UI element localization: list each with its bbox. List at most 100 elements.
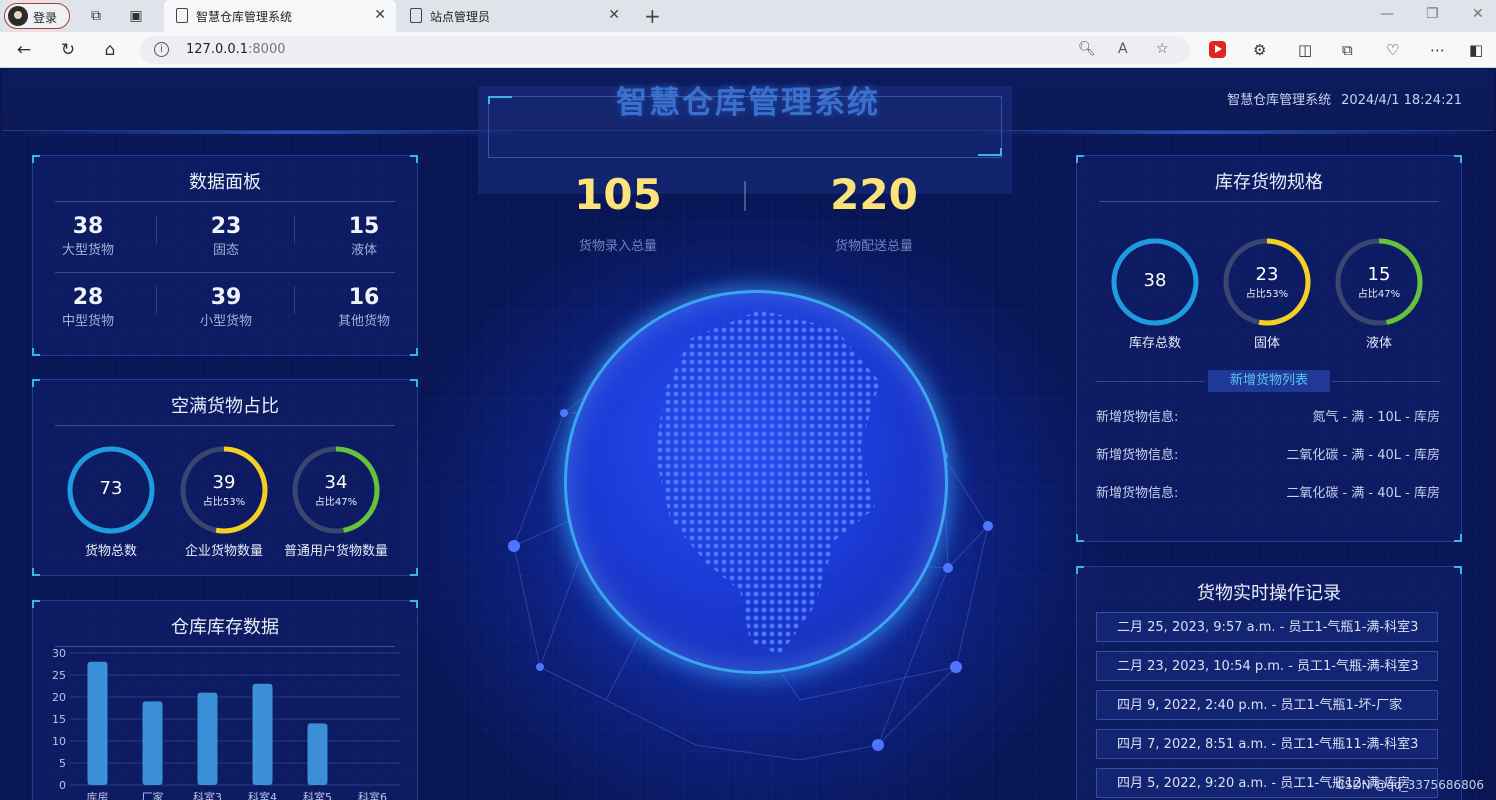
stock-bar-chart: 0 5 10 15 20 25 30 库房 厂家 科室3 科室4 科室5 科室6: [52, 647, 400, 800]
log-record: 二月 23, 2023, 10:54 p.m. - 员工1-气瓶-满-科室3: [1096, 651, 1438, 681]
operation-log-panel: 货物实时操作记录: [1076, 566, 1462, 800]
refresh-icon[interactable]: ↻: [58, 40, 78, 60]
ring-gauge: 38 库存总数: [1100, 236, 1210, 351]
y-tick-label: 0: [59, 779, 66, 792]
log-record: 二月 25, 2023, 9:57 a.m. - 员工1-气瓶1-满-科室3: [1096, 612, 1438, 642]
kpi-label: 货物录入总量: [578, 239, 657, 254]
ring-gauge: 34 占比47% 普通用户货物数量: [281, 444, 391, 559]
ring-value: 15: [1367, 264, 1391, 285]
y-tick-label: 30: [52, 647, 66, 660]
url-text[interactable]: 127.0.0.1:8000: [186, 42, 286, 57]
ring-gauge: 73 货物总数: [56, 444, 166, 559]
stat-item: 15 液体: [348, 214, 380, 258]
extensions-icon[interactable]: ⚙: [1253, 41, 1266, 59]
favorite-star-icon[interactable]: ☆: [1156, 41, 1169, 57]
ring-label: 普通用户货物数量: [283, 544, 388, 559]
bar: [197, 692, 218, 785]
ring-gauge: 23 占比53% 固体: [1212, 236, 1322, 351]
tab-dashboard[interactable]: 智慧仓库管理系统 ✕: [164, 0, 396, 32]
collections-icon[interactable]: ⧉: [1342, 41, 1353, 59]
new-tab-icon[interactable]: +: [644, 4, 661, 28]
x-tick-label: 科室4: [248, 790, 277, 800]
data-panel: 数据面板 38 大型货物 23 固态 15 液体 28 中型货物 39 小型货物 16 其他…: [32, 155, 418, 356]
ring-value: 73: [99, 478, 123, 499]
system-name: 智慧仓库管理系统: [1227, 93, 1332, 108]
profile-button[interactable]: 登录: [4, 3, 70, 29]
ring-percent: 占比53%: [202, 497, 246, 508]
divider: [1332, 381, 1440, 382]
avatar: [8, 6, 28, 26]
x-tick-label: 科室5: [303, 790, 332, 800]
restore-icon[interactable]: ❐: [1426, 6, 1439, 22]
header-datetime: 2024/4/1 18:24:21: [1341, 93, 1462, 108]
stat-item: 28 中型货物: [61, 285, 114, 329]
site-info-icon[interactable]: i: [154, 42, 169, 57]
page-icon: [176, 8, 188, 23]
new-goods-list-button[interactable]: 新增货物列表: [1208, 370, 1330, 392]
zoom-icon[interactable]: 🔍︎: [1078, 41, 1096, 57]
home-icon[interactable]: ⌂: [100, 40, 120, 60]
x-tick-label: 科室3: [193, 790, 222, 800]
divider: [55, 425, 395, 426]
ring-value: 38: [1143, 270, 1167, 291]
bar: [142, 701, 163, 785]
panel-title: 库存货物规格: [1215, 172, 1323, 193]
ring-percent: 占比47%: [1357, 289, 1401, 300]
kpi-value: 105: [574, 170, 662, 219]
x-tick-label: 科室6: [358, 790, 387, 800]
close-icon[interactable]: ✕: [608, 7, 620, 23]
divider: [55, 201, 395, 202]
ring-label: 企业货物数量: [184, 544, 263, 559]
browser-essentials-icon[interactable]: ♡: [1386, 41, 1399, 59]
address-toolbar: ← ↻ ⌂ i 127.0.0.1:8000 🔍︎ A ☆ ⚙ ◫ ⧉ ♡ ⋯ …: [0, 32, 1496, 68]
corner-decoration: [978, 148, 1002, 156]
kpi-frame: [488, 96, 1002, 158]
kpi-separator: [744, 181, 746, 211]
ring-gauge: 15 占比47% 液体: [1324, 236, 1434, 351]
split-screen-icon[interactable]: ◫: [1298, 41, 1312, 59]
ring-label: 液体: [1365, 336, 1392, 351]
log-record: 四月 7, 2022, 8:51 a.m. - 员工1-气瓶11-满-科室3: [1096, 729, 1438, 759]
bar: [307, 723, 328, 785]
sidebar-toggle-icon[interactable]: ◧: [1469, 41, 1483, 59]
profile-label: 登录: [33, 11, 58, 25]
stat-item: 38 大型货物: [61, 214, 114, 258]
kpi-value: 220: [830, 170, 918, 219]
ring-percent: 占比53%: [1245, 289, 1289, 300]
panel-title: 空满货物占比: [171, 396, 279, 417]
ring-value: 39: [212, 472, 236, 493]
tab-actions-icon[interactable]: ▣: [128, 8, 144, 24]
y-tick-label: 15: [52, 713, 66, 726]
ring-percent: 占比47%: [314, 497, 358, 508]
ring-label: 固体: [1253, 336, 1280, 351]
divider: [1099, 201, 1439, 202]
watermark: CSDN @qq_3375686806: [1336, 778, 1484, 792]
more-menu-icon[interactable]: ⋯: [1430, 41, 1445, 59]
stat-item: 23 固态: [210, 214, 242, 258]
panel-title: 货物实时操作记录: [1197, 583, 1341, 604]
divider: [55, 272, 395, 273]
y-tick-label: 5: [59, 757, 66, 770]
y-tick-label: 20: [52, 691, 66, 704]
close-icon[interactable]: ✕: [374, 7, 386, 23]
stat-item: 39 小型货物: [199, 285, 252, 329]
ratio-panel: 空满货物占比 73 货物总数 39 占比53% 企业货物数量 34 占比47% 普通用户货物数…: [32, 379, 418, 576]
workspaces-icon[interactable]: ⧉: [88, 8, 104, 24]
header-info: 智慧仓库管理系统 2024/4/1 18:24:21: [1227, 89, 1462, 108]
kpi-label: 货物配送总量: [834, 239, 913, 254]
tab-site-admin[interactable]: 站点管理员 ✕: [398, 0, 630, 32]
tab-title: 智慧仓库管理系统: [196, 10, 293, 24]
address-bar[interactable]: i 127.0.0.1:8000 🔍︎ A ☆: [140, 36, 1190, 64]
ring-value: 23: [1255, 264, 1279, 285]
x-tick-label: 厂家: [142, 790, 164, 800]
read-aloud-icon[interactable]: A: [1118, 41, 1128, 57]
minimize-icon[interactable]: —: [1380, 6, 1394, 22]
bar: [87, 661, 108, 785]
corner-decoration: [488, 96, 512, 104]
back-icon[interactable]: ←: [14, 40, 34, 60]
tab-title: 站点管理员: [430, 10, 491, 24]
ring-label: 库存总数: [1128, 336, 1181, 351]
window-close-icon[interactable]: ✕: [1472, 6, 1484, 22]
divider: [1096, 381, 1204, 382]
video-extension-icon[interactable]: [1209, 41, 1226, 58]
